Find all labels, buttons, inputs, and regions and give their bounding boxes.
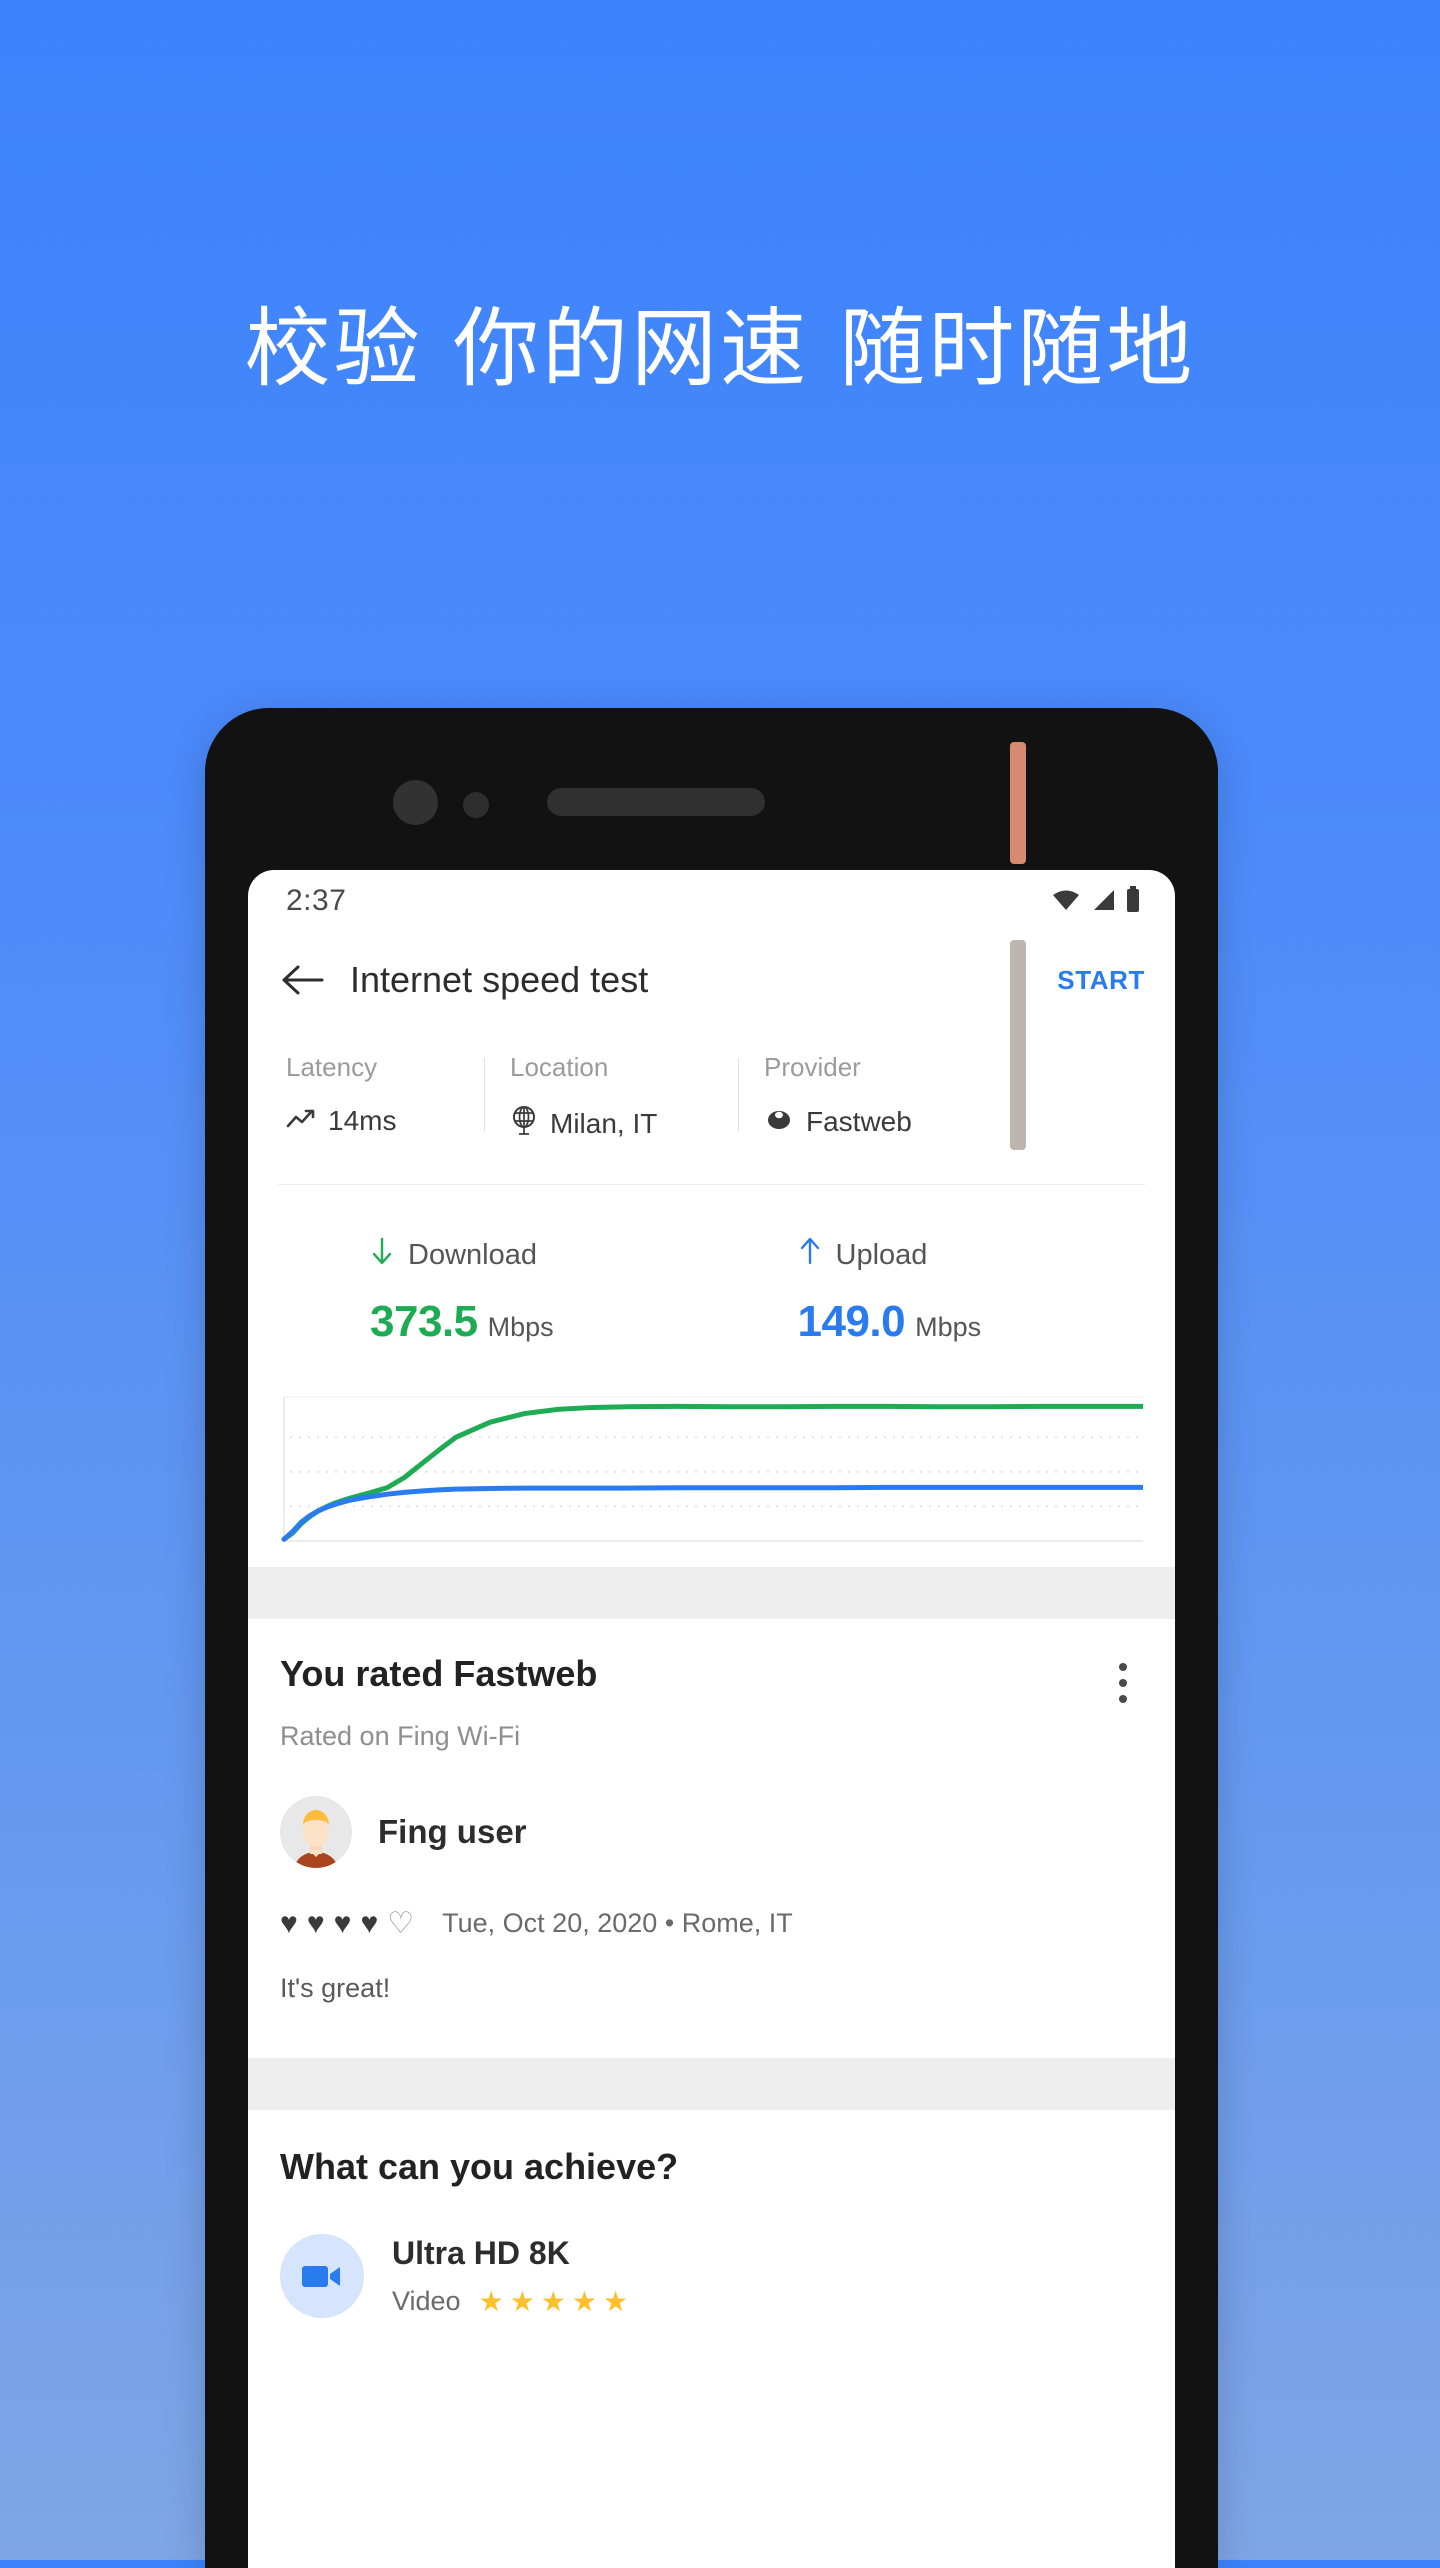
reviewer-row: Fing user <box>280 1796 1143 1868</box>
rating-comment: It's great! <box>280 1973 391 2003</box>
wifi-icon <box>1051 888 1081 917</box>
download-result: Download 373.5 Mbps <box>248 1237 748 1347</box>
stat-label: Provider <box>764 1052 861 1082</box>
app-title: Internet speed test <box>350 959 649 1000</box>
video-camera-icon <box>280 2234 364 2318</box>
avatar <box>280 1796 352 1868</box>
download-value-wrap: 373.5 Mbps <box>370 1297 748 1347</box>
stat-label: Latency <box>286 1052 378 1082</box>
stat-latency: Latency 14ms <box>278 1052 484 1142</box>
app-bar: Internet speed test START <box>248 932 1175 1028</box>
reviewer-name: Fing user <box>378 1813 527 1850</box>
heart-filled-icon: ♥ <box>360 1906 379 1940</box>
star-icon: ★ <box>478 2285 504 2317</box>
speed-chart <box>280 1389 1146 1547</box>
stat-value-wrap: Fastweb <box>764 1105 1004 1138</box>
phone-screen: 2:37 Internet speed test START Latency 1… <box>248 870 1175 2568</box>
start-button[interactable]: START <box>1057 965 1145 996</box>
stat-label: Location <box>510 1052 609 1082</box>
download-label: Download <box>408 1238 537 1271</box>
heart-filled-icon: ♥ <box>280 1906 298 1940</box>
stat-location: Location Milan, IT <box>484 1052 738 1142</box>
achieve-item-text: Ultra HD 8K Video ★ ★ ★ ★ ★ <box>392 2235 628 2317</box>
stat-value: Milan, IT <box>550 1107 658 1139</box>
star-icon: ★ <box>603 2285 629 2317</box>
achieve-item-label: Video <box>392 2286 461 2316</box>
star-icon: ★ <box>540 2285 566 2317</box>
achieve-section: What can you achieve? Ultra HD 8K Video … <box>248 2110 1175 2318</box>
achieve-title: What can you achieve? <box>280 2146 679 2187</box>
proximity-sensor-icon <box>463 792 489 818</box>
battery-icon <box>1125 885 1141 917</box>
arrow-down-icon <box>370 1237 394 1273</box>
achieve-item-sub: Video ★ ★ ★ ★ ★ <box>392 2286 628 2317</box>
rating-card-title: You rated Fastweb <box>280 1653 598 1694</box>
heart-empty-icon: ♡ <box>387 1906 415 1940</box>
back-arrow-icon[interactable] <box>274 952 330 1008</box>
list-item[interactable]: Ultra HD 8K Video ★ ★ ★ ★ ★ <box>280 2234 1143 2318</box>
stat-value: 14ms <box>328 1105 397 1136</box>
heart-rating: ♥ ♥ ♥ ♥ ♡ <box>280 1906 415 1940</box>
stat-value-wrap: Milan, IT <box>510 1105 718 1142</box>
kebab-menu-icon[interactable] <box>1103 1653 1143 1703</box>
section-separator-2 <box>248 2058 1175 2110</box>
status-bar: 2:37 <box>248 870 1175 932</box>
download-unit: Mbps <box>487 1312 554 1342</box>
upload-unit: Mbps <box>915 1312 982 1342</box>
chart-line-upload <box>281 1484 1146 1542</box>
upload-value: 149.0 <box>797 1297 906 1346</box>
heart-filled-icon: ♥ <box>333 1906 352 1940</box>
rating-card-subtitle: Rated on Fing Wi-Fi <box>280 1721 521 1751</box>
download-header: Download <box>370 1237 748 1273</box>
speed-results: Download 373.5 Mbps Upload 149.0 Mbps <box>248 1185 1175 1347</box>
front-camera-icon <box>393 780 438 825</box>
star-icon: ★ <box>571 2285 598 2317</box>
upload-header: Upload <box>798 1237 1176 1273</box>
download-value: 373.5 <box>370 1297 478 1346</box>
star-rating: ★ ★ ★ ★ ★ <box>478 2285 629 2317</box>
rating-row: ♥ ♥ ♥ ♥ ♡ Tue, Oct 20, 2020 • Rome, IT <box>280 1908 1143 1939</box>
signal-icon <box>1090 888 1116 917</box>
upload-result: Upload 149.0 Mbps <box>748 1237 1176 1347</box>
provider-icon <box>764 1105 794 1138</box>
globe-icon <box>510 1105 538 1142</box>
rating-card-header: You rated Fastweb <box>280 1653 1143 1703</box>
rating-card: You rated Fastweb Rated on Fing Wi-Fi Fi… <box>248 1619 1175 2038</box>
upload-value-wrap: 149.0 Mbps <box>798 1297 1176 1347</box>
status-icons <box>1051 885 1141 917</box>
stat-provider: Provider Fastweb <box>738 1052 1024 1142</box>
chart-line-download <box>281 1403 1146 1542</box>
phone-mockup: 2:37 Internet speed test START Latency 1… <box>205 708 1218 2568</box>
star-icon: ★ <box>509 2285 535 2317</box>
earpiece-speaker <box>547 788 765 816</box>
heart-filled-icon: ♥ <box>306 1906 325 1940</box>
stats-row: Latency 14ms Location Milan, IT Provider… <box>248 1028 1175 1148</box>
stat-value-wrap: 14ms <box>286 1105 464 1137</box>
volume-button[interactable] <box>1010 940 1026 1150</box>
trending-up-icon <box>286 1105 316 1137</box>
stat-value: Fastweb <box>806 1105 912 1137</box>
achieve-item-name: Ultra HD 8K <box>392 2235 570 2271</box>
upload-label: Upload <box>835 1238 928 1271</box>
arrow-up-icon <box>798 1237 822 1273</box>
power-button[interactable] <box>1010 742 1026 864</box>
section-separator-1 <box>248 1567 1175 1619</box>
rating-meta: Tue, Oct 20, 2020 • Rome, IT <box>442 1908 793 1938</box>
page-title: 校验 你的网速 随时随地 <box>244 299 1196 399</box>
status-clock: 2:37 <box>286 884 347 917</box>
